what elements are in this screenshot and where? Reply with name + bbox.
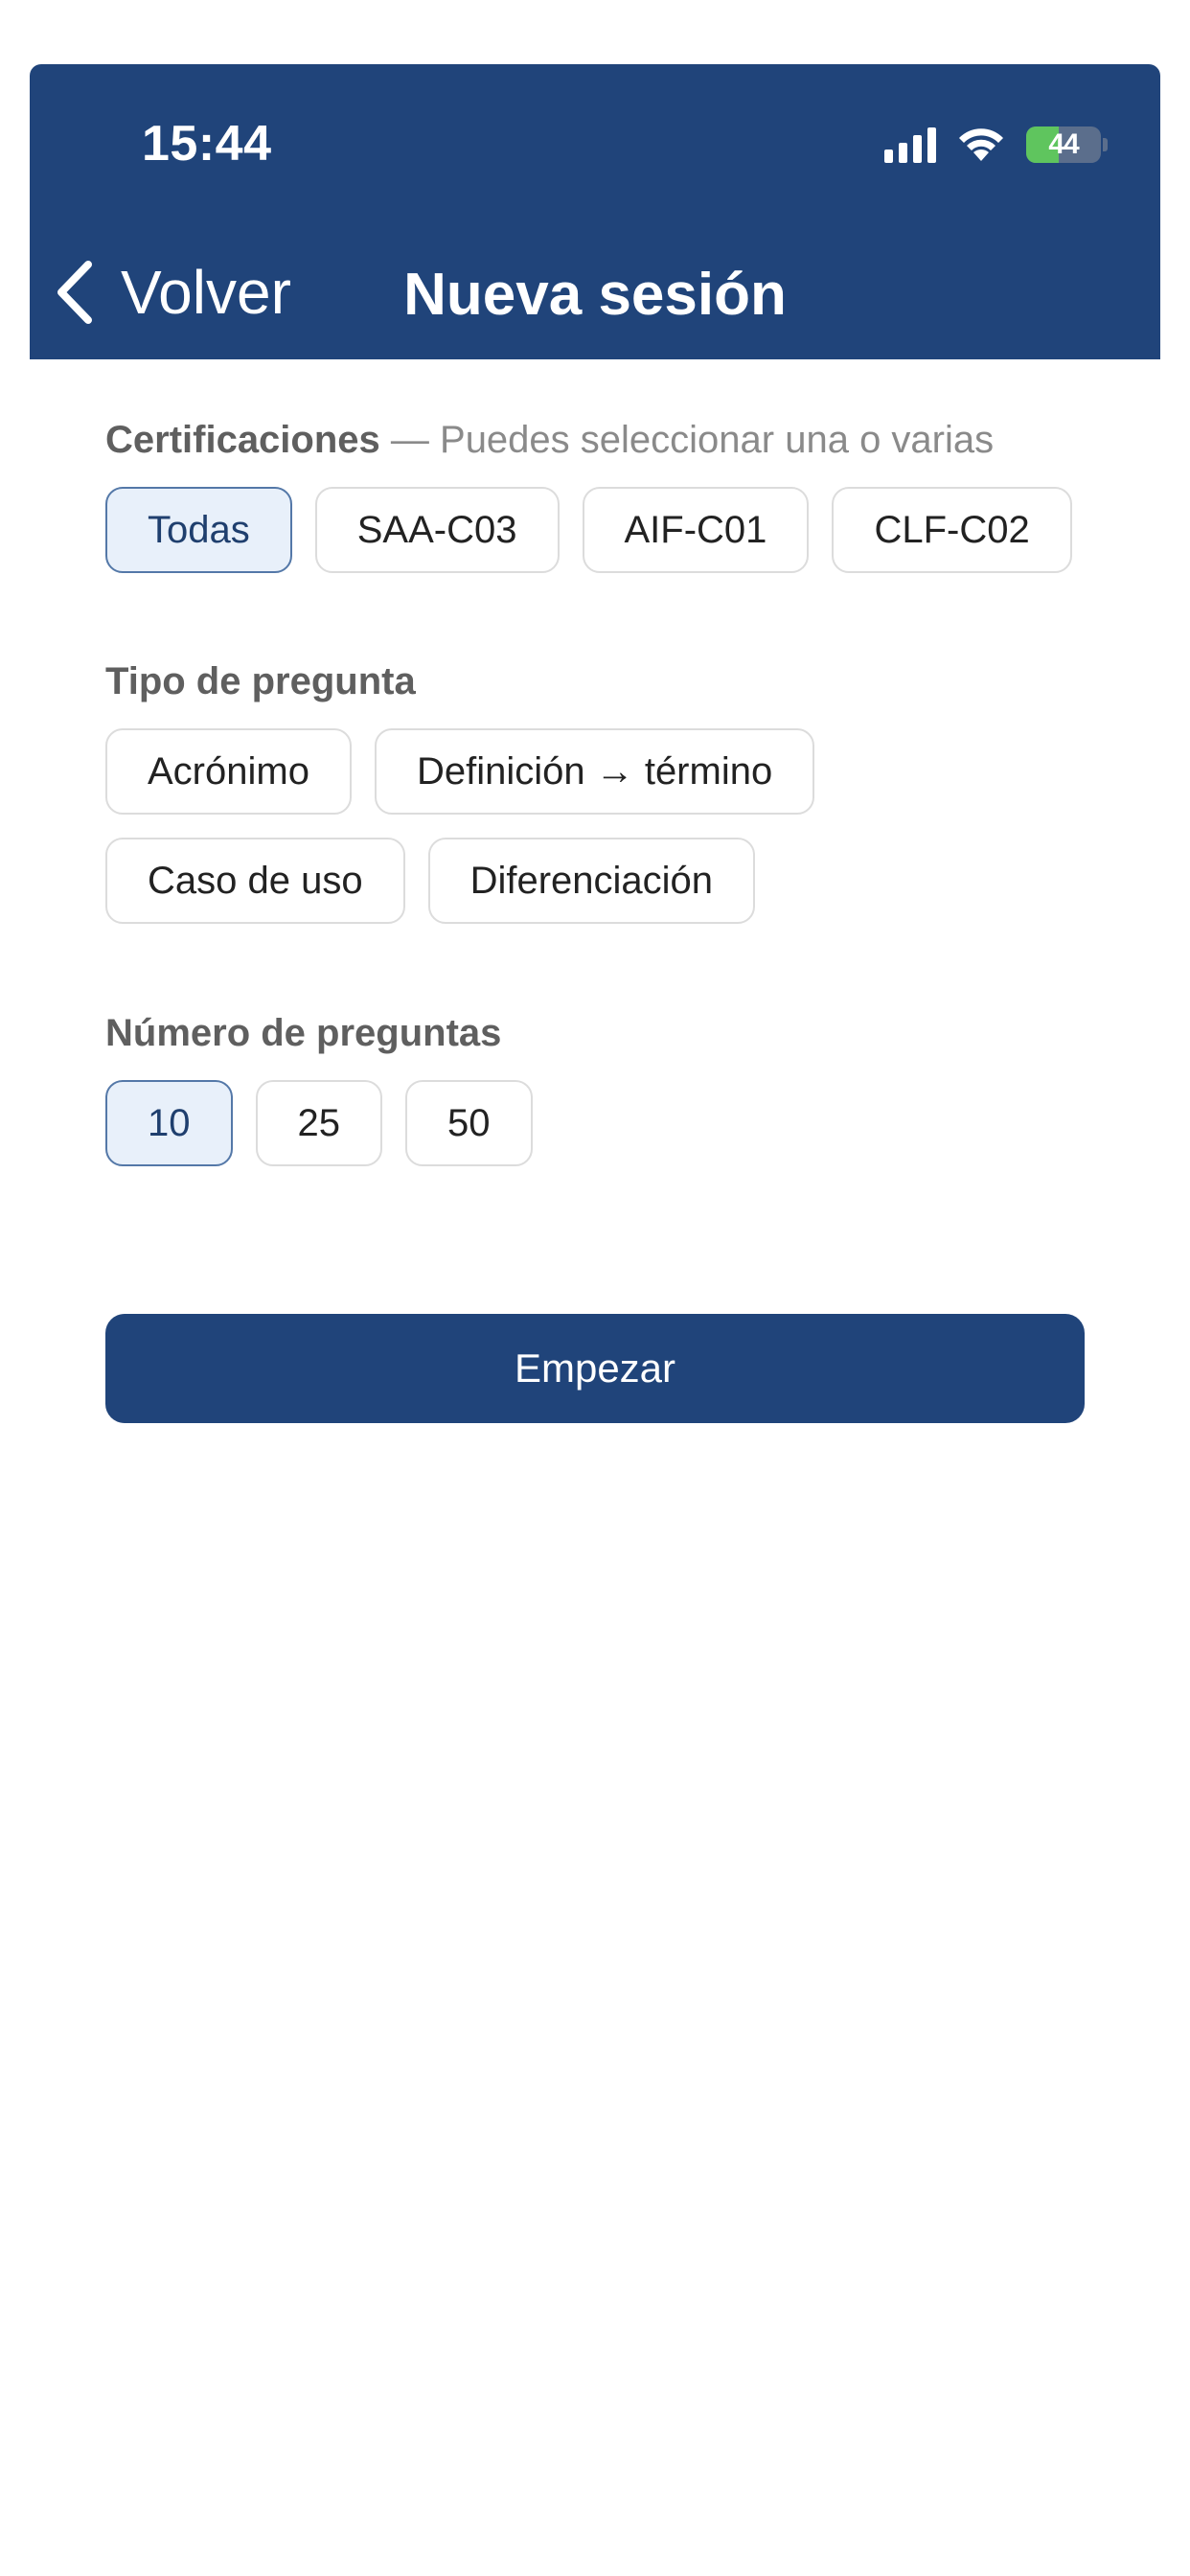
chip-count-10[interactable]: 10 [105,1080,233,1166]
chip-count-50[interactable]: 50 [405,1080,533,1166]
chip-type-diferenciacion[interactable]: Diferenciación [427,838,756,924]
question-count-chips: 10 25 50 [105,1080,533,1166]
status-time: 15:44 [142,116,272,172]
certifications-hint: — Puedes seleccionar una o varias [379,419,995,461]
question-count-section: Número de preguntas 10 25 50 [105,1012,533,1166]
battery-level: 44 [1048,128,1079,160]
battery-nub-icon [1103,138,1108,151]
certifications-section: Certificaciones — Puedes seleccionar una… [105,419,1072,573]
cellular-signal-icon [884,126,936,163]
question-type-chips-row-1: Acrónimo Definición → término [105,728,815,815]
wifi-icon [959,128,1003,161]
chip-certification-todas[interactable]: Todas [105,487,292,573]
certifications-chips: Todas SAA-C03 AIF-C01 CLF-C02 [105,487,1072,573]
battery-icon: 44 [1026,126,1101,163]
chip-certification-clf-c02[interactable]: CLF-C02 [832,487,1072,573]
question-type-label: Tipo de pregunta [105,660,416,702]
question-count-label: Número de preguntas [105,1012,502,1054]
chip-type-definicion-termino[interactable]: Definición → término [374,728,815,815]
start-button[interactable]: Empezar [105,1314,1085,1423]
chip-certification-saa-c03[interactable]: SAA-C03 [314,487,560,573]
chip-certification-aif-c01[interactable]: AIF-C01 [582,487,810,573]
question-type-chips-row-2: Caso de uso Diferenciación [105,838,814,924]
chip-type-caso-de-uso[interactable]: Caso de uso [105,838,405,924]
certifications-title: Certificaciones [105,419,380,461]
chip-type-acronimo[interactable]: Acrónimo [105,728,352,815]
status-icons: 44 [884,126,1108,163]
chip-count-25[interactable]: 25 [255,1080,382,1166]
page-title: Nueva sesión [403,262,787,328]
certifications-label: Certificaciones — Puedes seleccionar una… [105,419,1072,462]
question-type-section: Tipo de pregunta Acrónimo Definición → t… [105,660,815,924]
